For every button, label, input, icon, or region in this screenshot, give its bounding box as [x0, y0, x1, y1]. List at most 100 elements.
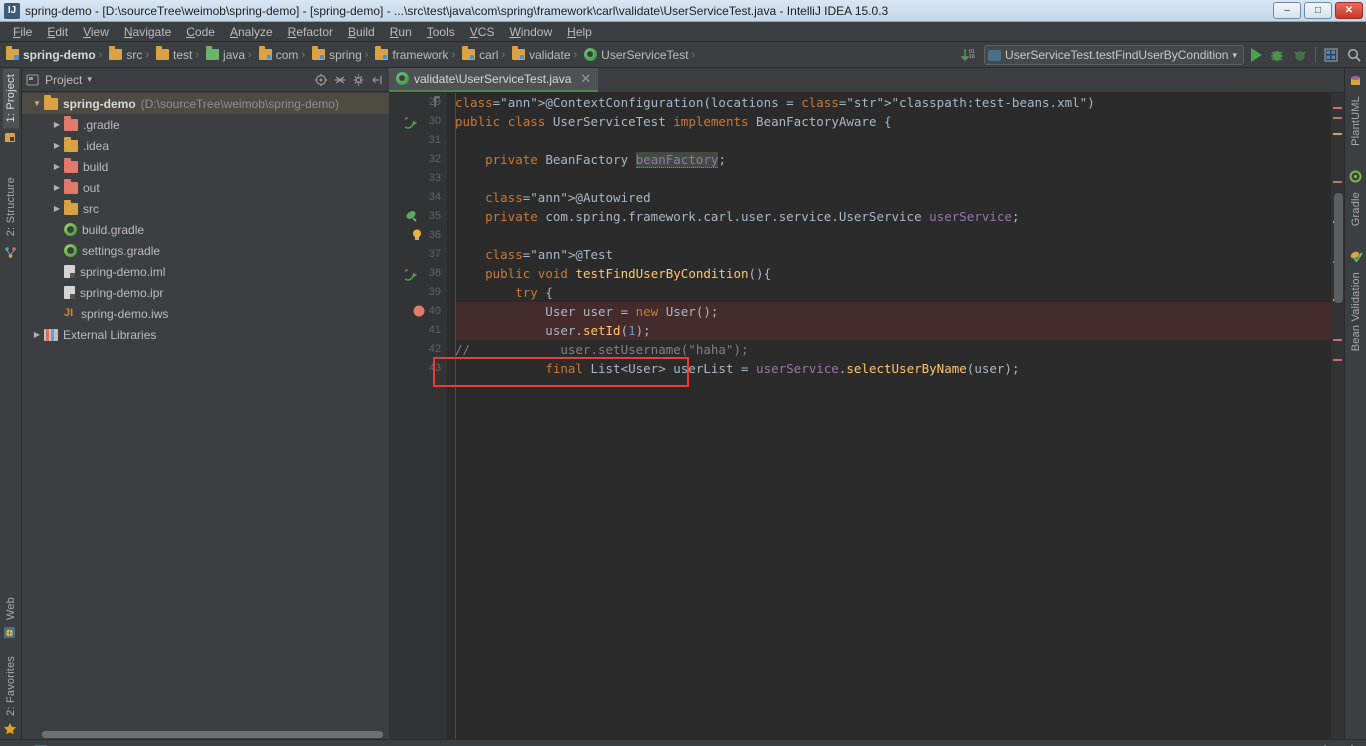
- sidebar-item-gradle[interactable]: Gradle: [1348, 186, 1364, 232]
- menu-item-file[interactable]: File: [6, 23, 39, 41]
- gutter-line-40[interactable]: 40: [389, 302, 447, 321]
- gutter-line-33[interactable]: 33: [389, 169, 447, 188]
- gutter-line-41[interactable]: 41: [389, 321, 447, 340]
- menu-item-window[interactable]: Window: [502, 23, 559, 41]
- menu-item-help[interactable]: Help: [560, 23, 599, 41]
- gear-icon[interactable]: [352, 73, 366, 87]
- tree-item-spring-demo-iws[interactable]: JI spring-demo.iws: [22, 303, 389, 324]
- tree-item-build[interactable]: ▶ build: [22, 156, 389, 177]
- tree-item-src[interactable]: ▶ src: [22, 198, 389, 219]
- breadcrumb-item-test[interactable]: test ›: [154, 46, 204, 62]
- menu-item-code[interactable]: Code: [179, 23, 222, 41]
- code-line-42[interactable]: // user.setUsername("haha");: [455, 340, 1331, 359]
- breadcrumb-item-framework[interactable]: framework ›: [373, 46, 460, 62]
- hide-icon[interactable]: [1344, 743, 1360, 746]
- locate-icon[interactable]: [314, 73, 328, 87]
- gutter-line-31[interactable]: 31: [389, 131, 447, 150]
- sidebar-item-plantuml[interactable]: PlantUML: [1348, 90, 1364, 152]
- code-line-30[interactable]: public class UserServiceTest implements …: [455, 112, 1331, 131]
- tree-expand-arrow[interactable]: ▼: [30, 99, 44, 108]
- sidebar-item-bean-validation[interactable]: Bean Validation: [1348, 266, 1364, 357]
- code-line-39[interactable]: try {: [455, 283, 1331, 302]
- tree-expand-arrow[interactable]: ▶: [50, 141, 64, 150]
- sidebar-item-favorites[interactable]: 2: Favorites: [3, 650, 19, 722]
- project-tree[interactable]: ▼ spring-demo (D:\sourceTree\weimob\spring…: [22, 92, 389, 730]
- gutter-line-30[interactable]: 30: [389, 112, 447, 131]
- breakpoint-icon[interactable]: [411, 304, 426, 319]
- compile-icon[interactable]: 01 10: [960, 47, 977, 63]
- intention-bulb-icon[interactable]: [409, 228, 424, 243]
- sidebar-item-project[interactable]: 1: Project: [2, 68, 19, 129]
- chevron-down-icon[interactable]: ▾: [87, 74, 92, 85]
- run-with-coverage-button[interactable]: [1292, 47, 1308, 63]
- code-line-41[interactable]: user.setId(1);: [455, 321, 1331, 340]
- gutter-line-37[interactable]: 37: [389, 245, 447, 264]
- editor-gutter[interactable]: 29 30 31 32 33 34 35 36 37 38 39 40 41 42 43: [389, 93, 447, 739]
- toggle-layout-icon[interactable]: [1323, 47, 1339, 63]
- code-line-35[interactable]: private com.spring.framework.carl.user.s…: [455, 207, 1331, 226]
- gutter-line-36[interactable]: 36: [389, 226, 447, 245]
- code-line-37[interactable]: class="ann">@Test: [455, 245, 1331, 264]
- spring-bean-gutter-icon[interactable]: [405, 209, 420, 224]
- close-icon[interactable]: ✕: [580, 71, 591, 87]
- code-line-43[interactable]: final List<User> userList = userService.…: [455, 359, 1331, 378]
- tree-expand-arrow[interactable]: ▶: [50, 204, 64, 213]
- tree-item-build-gradle[interactable]: build.gradle: [22, 219, 389, 240]
- collapse-all-icon[interactable]: [333, 73, 347, 87]
- breadcrumb-item-spring-demo[interactable]: spring-demo ›: [4, 46, 107, 62]
- debug-button[interactable]: [1269, 47, 1285, 63]
- maximize-button[interactable]: □: [1304, 2, 1332, 19]
- breadcrumb-item-userservicetest[interactable]: UserServiceTest ›: [582, 48, 700, 62]
- breadcrumb-item-validate[interactable]: validate ›: [510, 46, 582, 62]
- menu-item-run[interactable]: Run: [383, 23, 419, 41]
- hide-icon[interactable]: [371, 73, 385, 87]
- code-line-31[interactable]: [455, 131, 1331, 150]
- tree-item--idea[interactable]: ▶ .idea: [22, 135, 389, 156]
- menu-item-navigate[interactable]: Navigate: [117, 23, 178, 41]
- menu-item-view[interactable]: View: [76, 23, 116, 41]
- minimize-button[interactable]: –: [1273, 2, 1301, 19]
- gutter-line-39[interactable]: 39: [389, 283, 447, 302]
- menu-item-vcs[interactable]: VCS: [463, 23, 502, 41]
- close-button[interactable]: ✕: [1335, 2, 1363, 19]
- run-button[interactable]: [1251, 48, 1262, 62]
- tree-item-external-libraries[interactable]: ▶ External Libraries: [22, 324, 389, 345]
- breadcrumb-item-carl[interactable]: carl ›: [460, 46, 510, 62]
- code-line-34[interactable]: class="ann">@Autowired: [455, 188, 1331, 207]
- code-editor[interactable]: 29 30 31 32 33 34 35 36 37 38 39 40 41 42 43 class="an…: [389, 93, 1344, 739]
- tree-item-spring-demo-iml[interactable]: spring-demo.iml: [22, 261, 389, 282]
- gutter-line-42[interactable]: 42: [389, 340, 447, 359]
- gutter-line-43[interactable]: 43: [389, 359, 447, 378]
- code-line-36[interactable]: [455, 226, 1331, 245]
- breadcrumb-item-spring[interactable]: spring ›: [310, 46, 373, 62]
- project-horizontal-scrollbar[interactable]: [22, 730, 389, 739]
- gutter-line-38[interactable]: 38: [389, 264, 447, 283]
- code-line-32[interactable]: private BeanFactory beanFactory;: [455, 150, 1331, 169]
- code-line-29[interactable]: class="ann">@ContextConfiguration(locati…: [455, 93, 1331, 112]
- tree-expand-arrow[interactable]: ▶: [50, 120, 64, 129]
- menu-item-build[interactable]: Build: [341, 23, 382, 41]
- tree-item-spring-demo[interactable]: ▼ spring-demo (D:\sourceTree\weimob\spring…: [22, 93, 389, 114]
- gutter-line-34[interactable]: 34: [389, 188, 447, 207]
- menu-item-refactor[interactable]: Refactor: [281, 23, 340, 41]
- sidebar-item-structure[interactable]: 2: Structure: [3, 171, 19, 242]
- run-class-gutter-icon[interactable]: [402, 114, 420, 129]
- editor-tab[interactable]: validate\UserServiceTest.java ✕: [389, 67, 599, 92]
- editor-marker-bar[interactable]: [1331, 93, 1344, 739]
- sidebar-item-web[interactable]: Web: [3, 591, 19, 626]
- editor-text[interactable]: class="ann">@ContextConfiguration(locati…: [447, 93, 1331, 739]
- gear-icon[interactable]: [1318, 743, 1334, 746]
- gutter-line-35[interactable]: 35: [389, 207, 447, 226]
- code-line-38[interactable]: public void testFindUserByCondition(){: [455, 264, 1331, 283]
- breadcrumb-item-com[interactable]: com ›: [257, 46, 310, 62]
- run-configuration-selector[interactable]: UserServiceTest.testFindUserByCondition …: [984, 45, 1244, 65]
- code-line-33[interactable]: [455, 169, 1331, 188]
- fold-marker-icon[interactable]: [433, 95, 441, 110]
- tree-item--gradle[interactable]: ▶ .gradle: [22, 114, 389, 135]
- tree-item-out[interactable]: ▶ out: [22, 177, 389, 198]
- tree-expand-arrow[interactable]: ▶: [50, 162, 64, 171]
- tree-expand-arrow[interactable]: ▶: [50, 183, 64, 192]
- menu-item-analyze[interactable]: Analyze: [223, 23, 280, 41]
- breadcrumb-item-java[interactable]: java ›: [204, 46, 257, 62]
- breadcrumb-item-src[interactable]: src ›: [107, 46, 154, 62]
